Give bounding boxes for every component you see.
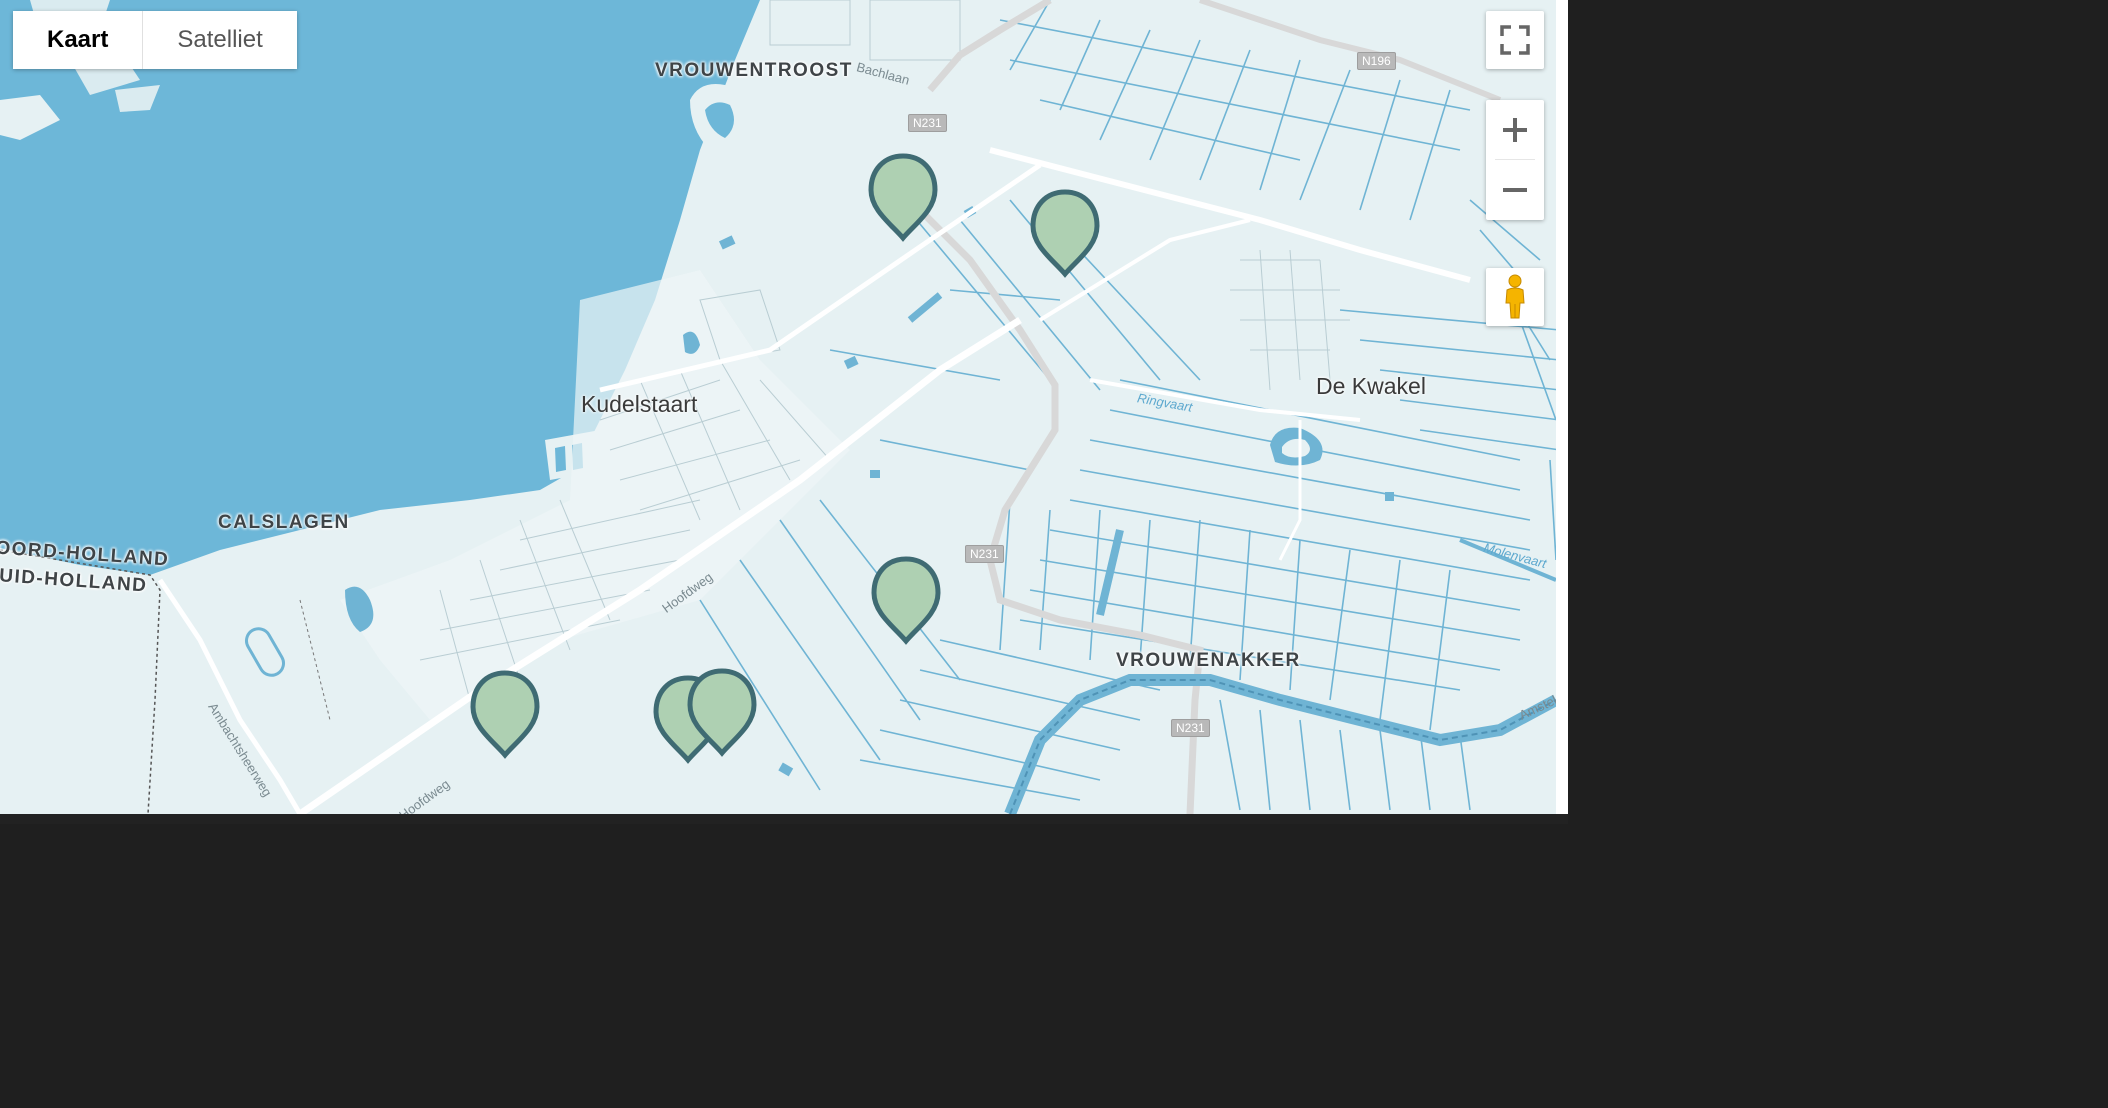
pegman-icon xyxy=(1505,274,1525,319)
road-shield-n231: N231 xyxy=(908,114,947,132)
label-vrouwentroost: VROUWENTROOST xyxy=(655,60,853,81)
zoom-in-button[interactable] xyxy=(1486,100,1544,159)
street-view-pegman-button[interactable] xyxy=(1486,268,1544,326)
map-marker[interactable] xyxy=(870,555,942,657)
bottom-bar xyxy=(0,814,1568,824)
map-base-layer xyxy=(0,0,1568,814)
map-marker[interactable] xyxy=(686,667,758,769)
map-canvas[interactable]: VROUWENTROOST Bachlaan Kudelstaart CALSL… xyxy=(0,0,1568,814)
fullscreen-icon xyxy=(1500,25,1530,55)
map-marker[interactable] xyxy=(867,152,939,254)
label-vrouwenakker: VROUWENAKKER xyxy=(1116,650,1301,671)
road-shield-n196: N196 xyxy=(1357,52,1396,70)
map-type-kaart-button[interactable]: Kaart xyxy=(13,11,143,69)
map-type-control: Kaart Satelliet xyxy=(13,11,297,69)
fullscreen-button[interactable] xyxy=(1486,11,1544,69)
road-shield-n231: N231 xyxy=(1171,719,1210,737)
map-marker[interactable] xyxy=(469,669,541,771)
zoom-control xyxy=(1486,100,1544,220)
map-frame-edge xyxy=(1556,0,1568,814)
map-type-satelliet-button[interactable]: Satelliet xyxy=(143,11,297,69)
map-marker[interactable] xyxy=(1029,188,1101,290)
road-shield-n231: N231 xyxy=(965,545,1004,563)
label-kudelstaart: Kudelstaart xyxy=(581,391,698,417)
label-calslagen: CALSLAGEN xyxy=(218,512,350,533)
minus-icon xyxy=(1503,187,1527,192)
zoom-out-button[interactable] xyxy=(1486,160,1544,219)
label-de-kwakel: De Kwakel xyxy=(1316,373,1426,399)
plus-icon xyxy=(1503,117,1527,142)
